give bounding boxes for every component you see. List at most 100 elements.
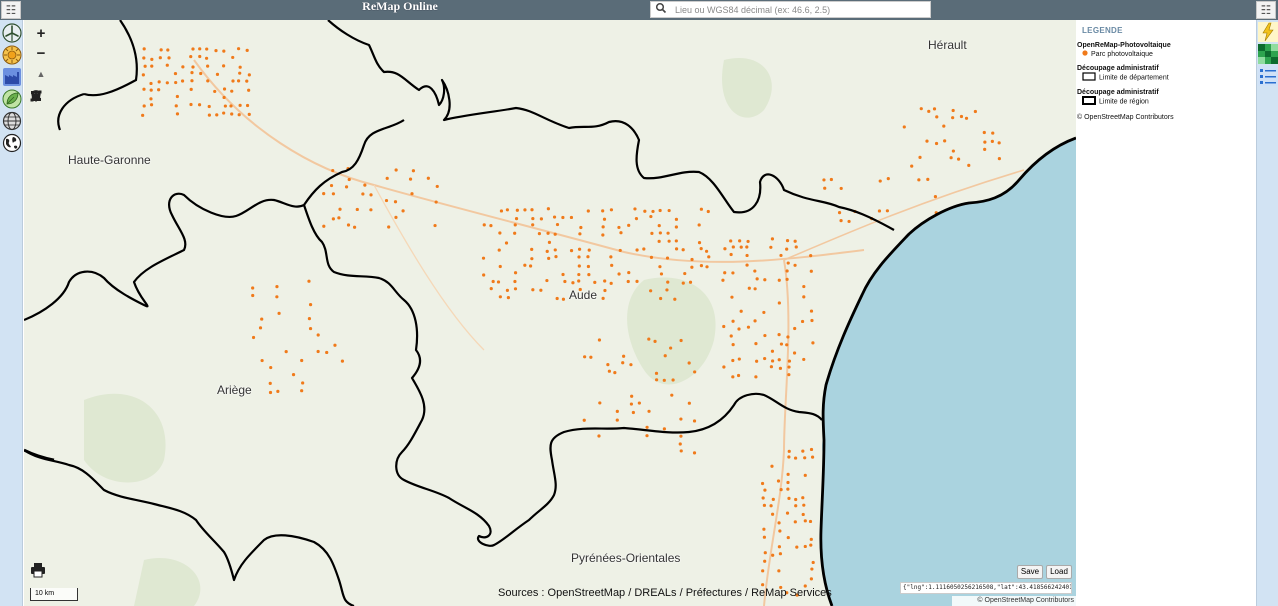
pv-park-dot[interactable] (809, 537, 813, 541)
pv-park-dot[interactable] (763, 356, 767, 361)
pv-park-dot[interactable] (745, 253, 749, 258)
pv-park-dot[interactable] (707, 255, 711, 259)
pv-park-dot[interactable] (745, 245, 749, 249)
pv-park-dot[interactable] (731, 343, 735, 347)
pv-park-dot[interactable] (688, 280, 693, 284)
pv-park-dot[interactable] (539, 288, 543, 292)
pv-park-dot[interactable] (793, 239, 797, 243)
pv-park-dot[interactable] (531, 216, 535, 221)
pv-park-dot[interactable] (569, 215, 574, 220)
pv-park-dot[interactable] (619, 231, 623, 235)
pv-park-dot[interactable] (801, 496, 805, 500)
pv-park-dot[interactable] (942, 124, 946, 128)
pv-park-dot[interactable] (275, 295, 279, 299)
pv-park-dot[interactable] (935, 115, 939, 119)
pv-park-dot[interactable] (739, 245, 743, 249)
pv-park-dot[interactable] (678, 442, 682, 446)
pv-park-dot[interactable] (157, 80, 161, 84)
pv-park-dot[interactable] (839, 186, 843, 191)
pv-park-dot[interactable] (245, 103, 250, 108)
pv-park-dot[interactable] (731, 358, 735, 363)
pv-park-dot[interactable] (649, 255, 654, 259)
pv-park-dot[interactable] (149, 81, 153, 86)
marker-tool-icon[interactable] (30, 90, 52, 147)
pv-park-dot[interactable] (435, 184, 439, 189)
pv-park-dot[interactable] (615, 409, 619, 413)
pv-park-dot[interactable] (394, 215, 398, 219)
pv-park-dot[interactable] (523, 208, 527, 212)
pv-park-dot[interactable] (513, 279, 517, 284)
pv-park-dot[interactable] (753, 287, 757, 291)
pv-park-dot[interactable] (697, 240, 702, 245)
pv-park-dot[interactable] (823, 186, 827, 190)
pv-park-dot[interactable] (634, 217, 639, 221)
pv-park-dot[interactable] (785, 247, 789, 251)
pv-park-dot[interactable] (670, 393, 674, 397)
pv-park-dot[interactable] (679, 338, 683, 343)
pv-park-dot[interactable] (598, 401, 602, 405)
pv-park-dot[interactable] (141, 113, 145, 117)
pv-park-dot[interactable] (513, 287, 518, 291)
pv-park-dot[interactable] (760, 481, 765, 486)
pv-park-dot[interactable] (738, 239, 742, 243)
pv-park-dot[interactable] (699, 207, 703, 211)
pv-park-dot[interactable] (579, 225, 583, 230)
pv-park-dot[interactable] (997, 141, 1001, 145)
pv-park-dot[interactable] (787, 365, 791, 369)
pv-park-dot[interactable] (276, 389, 280, 393)
pv-park-dot[interactable] (679, 417, 683, 421)
pv-park-dot[interactable] (630, 394, 634, 398)
pv-park-dot[interactable] (809, 269, 813, 273)
pv-park-dot[interactable] (801, 449, 805, 453)
pv-park-dot[interactable] (583, 355, 587, 359)
pv-park-dot[interactable] (333, 343, 337, 347)
pv-park-dot[interactable] (245, 79, 249, 83)
pv-park-dot[interactable] (932, 107, 937, 111)
pv-park-dot[interactable] (301, 381, 305, 385)
pv-park-dot[interactable] (737, 327, 741, 331)
pv-park-dot[interactable] (175, 112, 180, 116)
pv-park-dot[interactable] (251, 293, 255, 298)
pv-park-dot[interactable] (603, 279, 607, 283)
pv-park-dot[interactable] (577, 247, 582, 251)
pv-park-dot[interactable] (606, 363, 610, 367)
pv-park-dot[interactable] (803, 519, 807, 523)
pv-park-dot[interactable] (690, 257, 694, 262)
pv-park-dot[interactable] (673, 297, 677, 301)
pv-park-dot[interactable] (967, 163, 971, 167)
pv-park-dot[interactable] (737, 357, 741, 361)
pv-park-dot[interactable] (615, 418, 619, 422)
pv-park-dot[interactable] (291, 373, 296, 377)
pv-park-dot[interactable] (777, 521, 781, 525)
pv-park-dot[interactable] (489, 224, 493, 228)
pv-park-dot[interactable] (181, 65, 185, 69)
pv-park-dot[interactable] (810, 318, 814, 323)
pv-park-dot[interactable] (514, 217, 519, 221)
pv-park-dot[interactable] (754, 342, 758, 346)
pv-park-dot[interactable] (787, 359, 792, 363)
pv-park-dot[interactable] (755, 359, 759, 363)
pv-park-dot[interactable] (721, 278, 725, 282)
pv-park-dot[interactable] (627, 270, 631, 275)
pv-park-dot[interactable] (236, 47, 241, 51)
pv-park-dot[interactable] (800, 319, 805, 324)
pv-park-dot[interactable] (552, 215, 557, 219)
pv-park-dot[interactable] (949, 156, 953, 160)
pv-park-dot[interactable] (504, 241, 509, 245)
pv-park-dot[interactable] (649, 289, 653, 293)
pv-park-dot[interactable] (674, 239, 678, 243)
pv-park-dot[interactable] (705, 265, 709, 269)
pv-park-dot[interactable] (731, 271, 735, 275)
pv-park-dot[interactable] (803, 544, 807, 549)
pv-park-dot[interactable] (951, 108, 955, 113)
pv-park-dot[interactable] (729, 334, 733, 338)
pv-park-dot[interactable] (785, 343, 789, 347)
pv-park-dot[interactable] (222, 95, 226, 100)
pv-park-dot[interactable] (629, 402, 633, 406)
pv-park-dot[interactable] (699, 264, 704, 268)
pv-park-dot[interactable] (531, 223, 535, 227)
pv-park-dot[interactable] (189, 87, 193, 91)
pv-park-dot[interactable] (769, 245, 773, 249)
pv-park-dot[interactable] (674, 217, 679, 221)
pv-park-dot[interactable] (657, 224, 661, 228)
